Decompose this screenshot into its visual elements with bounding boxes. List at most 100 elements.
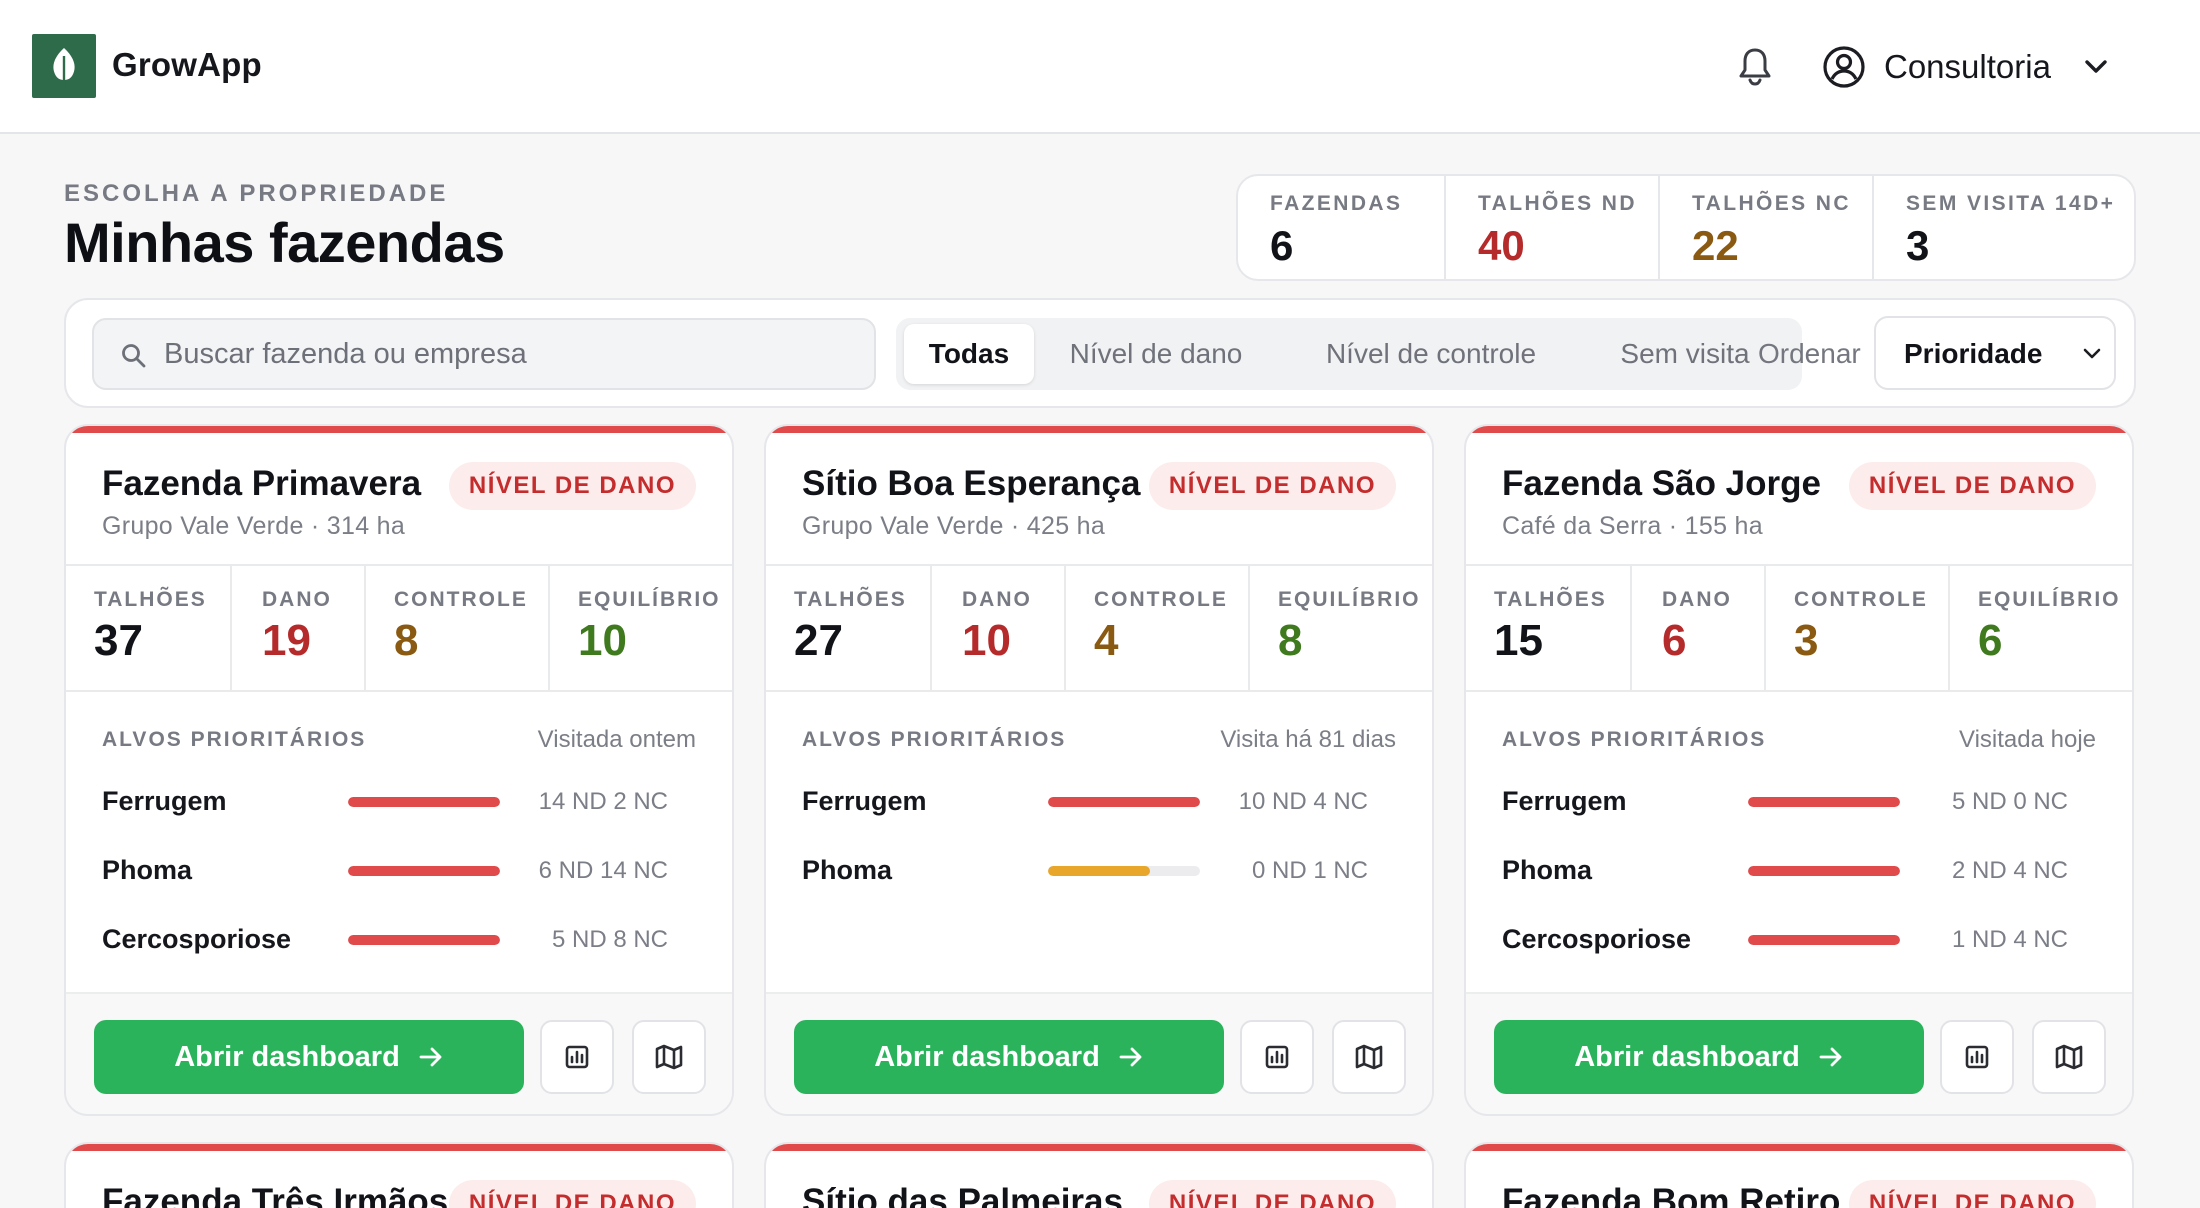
target-count: 14 ND 2 NC <box>538 788 668 815</box>
targets-heading: ALVOS PRIORITÁRIOS <box>802 728 1067 751</box>
metric-value: 8 <box>1278 616 1303 665</box>
farm-card[interactable]: Fazenda Primavera NÍVEL DE DANO Grupo Vale… <box>64 424 734 1116</box>
metric-label: EQUILÍBRIO <box>1978 588 2121 611</box>
summary-stats: FAZENDAS 6 TALHÕES ND 40 TALHÕES NC 22 S… <box>1236 174 2136 281</box>
map-button[interactable] <box>632 1020 706 1094</box>
arrow-right-icon <box>1118 1046 1144 1068</box>
search-box[interactable] <box>92 318 876 390</box>
map-icon <box>1354 1043 1384 1071</box>
target-progress-fill <box>348 935 500 945</box>
status-badge: NÍVEL DE DANO <box>1848 462 2096 510</box>
open-dashboard-button[interactable]: Abrir dashboard <box>794 1020 1224 1094</box>
target-progress-bar <box>348 866 500 876</box>
metric-label: CONTROLE <box>1094 588 1228 611</box>
farm-name: Fazenda Bom Retiro <box>1502 1182 1841 1208</box>
map-button[interactable] <box>2032 1020 2106 1094</box>
app-name: GrowApp <box>112 46 262 83</box>
target-count: 5 ND 0 NC <box>1951 788 2068 815</box>
map-icon <box>654 1043 684 1071</box>
farm-subtitle: Café da Serra · 155 ha <box>1502 512 1763 540</box>
last-visit: Visitada ontem <box>537 726 696 753</box>
summary-value: 6 <box>1270 222 1294 269</box>
user-menu-label[interactable]: Consultoria <box>1884 48 2051 86</box>
summary-label: TALHÕES NC <box>1692 192 1851 215</box>
farm-card[interactable]: Fazenda Bom Retiro NÍVEL DE DANO <box>1464 1142 2134 1208</box>
open-dashboard-button[interactable]: Abrir dashboard <box>1494 1020 1924 1094</box>
bell-icon[interactable] <box>1736 46 1774 86</box>
status-badge: NÍVEL DE DANO <box>448 1180 696 1208</box>
user-avatar-icon[interactable] <box>1822 45 1866 89</box>
report-button[interactable] <box>1240 1020 1314 1094</box>
farm-metrics: TALHÕES 27 DANO 10 CONTROLE 4 EQUILÍBRIO 8 <box>766 564 1432 692</box>
target-row: Phoma 0 ND 1 NC <box>802 851 1402 891</box>
bar-chart-icon <box>1263 1043 1291 1071</box>
metric-label: CONTROLE <box>394 588 528 611</box>
farm-card[interactable]: Fazenda Três Irmãos NÍVEL DE DANO <box>64 1142 734 1208</box>
target-progress-fill <box>1748 866 1900 876</box>
farm-card[interactable]: Sítio Boa Esperança NÍVEL DE DANO Grupo Va… <box>764 424 1434 1116</box>
open-dashboard-label: Abrir dashboard <box>1574 1040 1800 1073</box>
target-name: Cercosporiose <box>1502 924 1692 954</box>
farm-card[interactable]: Sítio das Palmeiras NÍVEL DE DANO <box>764 1142 1434 1208</box>
metric-damage: DANO 19 <box>230 566 364 690</box>
metric-damage: DANO 6 <box>1630 566 1764 690</box>
summary-label: SEM VISITA 14D+ <box>1906 192 2116 215</box>
farm-name: Fazenda Três Irmãos <box>102 1182 449 1208</box>
metric-label: DANO <box>262 588 332 611</box>
arrow-right-icon <box>418 1046 444 1068</box>
search-icon <box>120 342 148 370</box>
map-button[interactable] <box>1332 1020 1406 1094</box>
targets-heading: ALVOS PRIORITÁRIOS <box>102 728 367 751</box>
leaf-logo-icon[interactable] <box>32 34 96 98</box>
metric-value: 6 <box>1978 616 2003 665</box>
card-footer: Abrir dashboard <box>1466 992 2132 1114</box>
summary-no-visit: SEM VISITA 14D+ 3 <box>1872 176 2134 279</box>
farm-metrics: TALHÕES 15 DANO 6 CONTROLE 3 EQUILÍBRIO 6 <box>1466 564 2132 692</box>
metric-label: EQUILÍBRIO <box>1278 588 1421 611</box>
tab-control-level[interactable]: Nível de controle <box>1296 324 1566 384</box>
report-button[interactable] <box>1940 1020 2014 1094</box>
search-input[interactable] <box>164 320 864 388</box>
summary-plots-damage: TALHÕES ND 40 <box>1444 176 1658 279</box>
target-row: Ferrugem 10 ND 4 NC <box>802 782 1402 822</box>
target-count: 5 ND 8 NC <box>551 926 668 953</box>
sort-select[interactable]: Prioridade <box>1874 316 2116 390</box>
target-progress-bar <box>1748 797 1900 807</box>
card-footer: Abrir dashboard <box>66 992 732 1114</box>
page-eyebrow: ESCOLHA A PROPRIEDADE <box>64 180 449 207</box>
open-dashboard-button[interactable]: Abrir dashboard <box>94 1020 524 1094</box>
farm-name: Sítio Boa Esperança <box>802 464 1141 503</box>
target-row: Ferrugem 14 ND 2 NC <box>102 782 702 822</box>
target-count: 0 ND 1 NC <box>1251 857 1368 884</box>
tab-damage-level[interactable]: Nível de dano <box>1046 324 1266 384</box>
tab-no-visit[interactable]: Sem visita <box>1600 324 1770 384</box>
farm-name: Sítio das Palmeiras <box>802 1182 1123 1208</box>
targets-heading: ALVOS PRIORITÁRIOS <box>1502 728 1767 751</box>
summary-farms: FAZENDAS 6 <box>1238 176 1444 279</box>
summary-value: 22 <box>1692 222 1739 269</box>
metric-control: CONTROLE 8 <box>364 566 548 690</box>
farm-card[interactable]: Fazenda São Jorge NÍVEL DE DANO Café da Se… <box>1464 424 2134 1116</box>
status-badge: NÍVEL DE DANO <box>1148 462 1396 510</box>
chevron-down-icon <box>2082 346 2102 362</box>
metric-balance: EQUILÍBRIO 10 <box>548 566 732 690</box>
bar-chart-icon <box>1963 1043 1991 1071</box>
metric-damage: DANO 10 <box>930 566 1064 690</box>
chevron-down-icon[interactable] <box>2082 56 2110 78</box>
target-progress-fill <box>1048 797 1200 807</box>
metric-control: CONTROLE 3 <box>1764 566 1948 690</box>
tab-all[interactable]: Todas <box>904 324 1034 384</box>
metric-label: TALHÕES <box>94 588 207 611</box>
metric-label: EQUILÍBRIO <box>578 588 721 611</box>
metric-label: CONTROLE <box>1794 588 1928 611</box>
arrow-right-icon <box>1818 1046 1844 1068</box>
metric-value: 10 <box>578 616 627 665</box>
target-name: Cercosporiose <box>102 924 292 954</box>
metric-value: 19 <box>262 616 311 665</box>
target-progress-fill <box>1748 935 1900 945</box>
target-progress-bar <box>1748 866 1900 876</box>
metric-plots: TALHÕES 27 <box>766 566 930 690</box>
open-dashboard-label: Abrir dashboard <box>874 1040 1100 1073</box>
status-badge: NÍVEL DE DANO <box>1148 1180 1396 1208</box>
report-button[interactable] <box>540 1020 614 1094</box>
